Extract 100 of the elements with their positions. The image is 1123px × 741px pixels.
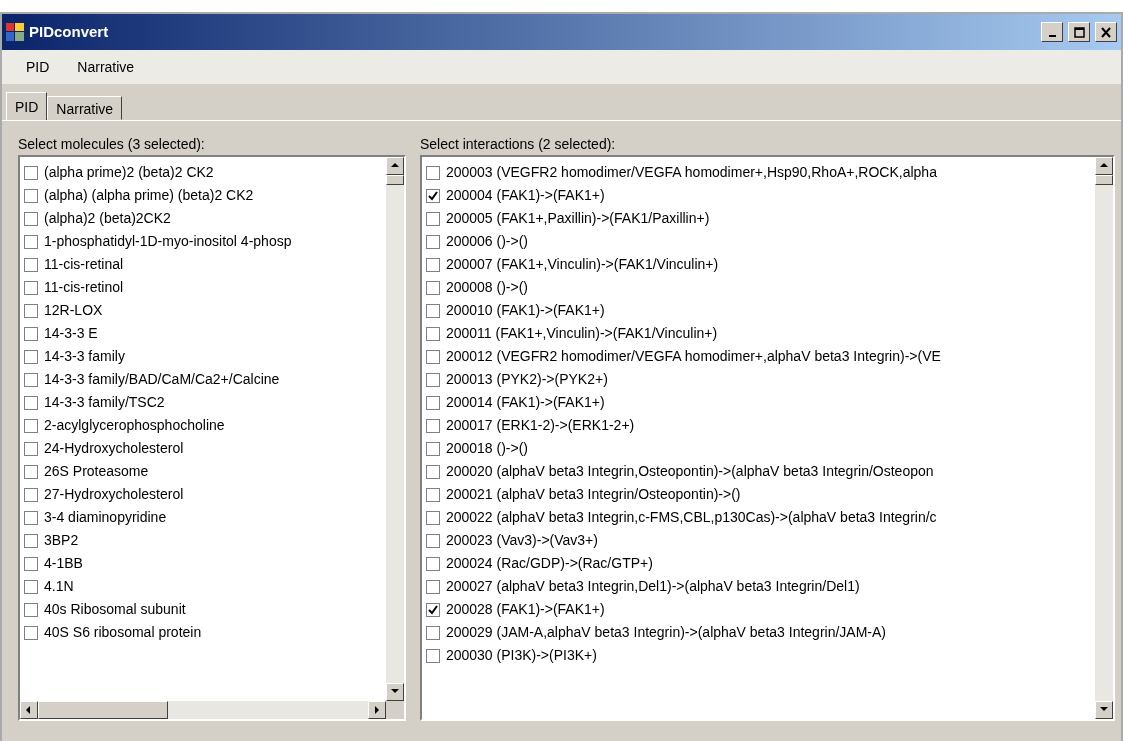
list-item-text: 200022 (alphaV beta3 Integrin,c-FMS,CBL,p130Cas)->(alphaV beta3 Integrin/c bbox=[445, 508, 937, 527]
checkbox[interactable] bbox=[425, 234, 440, 249]
checkbox[interactable] bbox=[24, 418, 38, 433]
list-item-text: 200029 (JAM-A,alphaV beta3 Integrin)->(alphaV beta3 Integrin/JAM-A) bbox=[445, 623, 886, 642]
checkbox[interactable] bbox=[24, 372, 38, 387]
scrollbar-thumb[interactable] bbox=[1095, 175, 1113, 185]
scroll-down-button[interactable] bbox=[1095, 701, 1113, 719]
menu-item[interactable]: Narrative bbox=[63, 56, 149, 78]
scrollbar-thumb[interactable] bbox=[38, 701, 168, 719]
scroll-up-button[interactable] bbox=[385, 157, 404, 175]
minimize-button[interactable] bbox=[1041, 22, 1063, 42]
checkbox[interactable] bbox=[425, 326, 440, 341]
checkbox[interactable] bbox=[24, 188, 38, 203]
list-item-text: 27-Hydroxycholesterol bbox=[44, 485, 184, 504]
list-item-text: (alpha)2 (beta)2CK2 bbox=[44, 209, 171, 228]
maximize-icon bbox=[1073, 26, 1085, 38]
checkbox[interactable] bbox=[425, 395, 440, 410]
checkbox[interactable] bbox=[425, 165, 440, 180]
list-item-text: (alpha) (alpha prime) (beta)2 CK2 bbox=[44, 186, 254, 205]
list-item-text: 200014 (FAK1)->(FAK1+) bbox=[445, 393, 605, 412]
checkbox[interactable] bbox=[425, 533, 440, 548]
checkbox[interactable] bbox=[425, 372, 440, 387]
list-item-text: 40s Ribosomal subunit bbox=[44, 600, 186, 619]
checkbox[interactable] bbox=[425, 349, 440, 364]
checkbox[interactable] bbox=[425, 211, 440, 226]
window-title: PIDconvert bbox=[29, 21, 109, 42]
list-item-text: 200012 (VEGFR2 homodimer/VEGFA homodimer+,alphaV beta3 Integrin)->(VE bbox=[445, 347, 941, 366]
maximize-button[interactable] bbox=[1068, 22, 1090, 42]
list-item-text: 3BP2 bbox=[44, 531, 79, 550]
checkbox[interactable] bbox=[24, 510, 38, 525]
list-item-text: 200018 ()->() bbox=[445, 439, 528, 458]
list-item-text: (alpha prime)2 (beta)2 CK2 bbox=[44, 163, 214, 182]
list-item-text: 200003 (VEGFR2 homodimer/VEGFA homodimer+,Hsp90,RhoA+,ROCK,alpha bbox=[445, 163, 937, 182]
checkbox[interactable] bbox=[425, 510, 440, 525]
menu-item[interactable]: PID bbox=[12, 56, 64, 78]
minimize-icon bbox=[1048, 35, 1056, 37]
vertical-scrollbar[interactable] bbox=[1095, 157, 1113, 719]
list-item-text: 14-3-3 E bbox=[44, 324, 98, 343]
close-icon bbox=[1100, 26, 1112, 38]
checkbox[interactable] bbox=[24, 211, 38, 226]
checkbox[interactable] bbox=[24, 326, 38, 341]
list-item-text: 40S S6 ribosomal protein bbox=[44, 623, 202, 642]
checkbox[interactable] bbox=[24, 579, 38, 594]
list-item-text: 11-cis-retinal bbox=[44, 255, 124, 274]
checkbox[interactable] bbox=[24, 533, 38, 548]
list-item-text: 200027 (alphaV beta3 Integrin,Del1)->(alphaV beta3 Integrin/Del1) bbox=[445, 577, 860, 596]
list-item-text: 26S Proteasome bbox=[44, 462, 149, 481]
list-item-text: 200011 (FAK1+,Vinculin)->(FAK1/Vinculin+) bbox=[445, 324, 718, 343]
checkbox[interactable] bbox=[24, 257, 38, 272]
list-item-text: 200023 (Vav3)->(Vav3+) bbox=[445, 531, 598, 550]
list-item-text: 200013 (PYK2)->(PYK2+) bbox=[445, 370, 608, 389]
checkbox[interactable] bbox=[24, 625, 38, 640]
scrollbar-thumb[interactable] bbox=[385, 175, 404, 185]
checkbox[interactable] bbox=[24, 395, 38, 410]
checkbox[interactable] bbox=[425, 257, 440, 272]
checkbox[interactable] bbox=[425, 280, 440, 295]
list-item-text: 14-3-3 family/BAD/CaM/Ca2+/Calcine bbox=[44, 370, 280, 389]
checkbox[interactable] bbox=[425, 464, 440, 479]
checkbox[interactable] bbox=[24, 165, 38, 180]
checkbox[interactable] bbox=[425, 303, 440, 318]
close-button[interactable] bbox=[1095, 22, 1117, 42]
checkbox[interactable] bbox=[425, 441, 440, 456]
list-item-text: 200021 (alphaV beta3 Integrin/Osteopontin)->() bbox=[445, 485, 741, 504]
checkbox[interactable] bbox=[24, 441, 38, 456]
list-item-text: 12R-LOX bbox=[44, 301, 103, 320]
vertical-scrollbar[interactable] bbox=[385, 157, 404, 701]
horizontal-scrollbar[interactable] bbox=[20, 701, 404, 719]
list-item-text: 1-phosphatidyl-1D-myo-inositol 4-phosp bbox=[44, 232, 292, 251]
list-item-text: 24-Hydroxycholesterol bbox=[44, 439, 184, 458]
checkbox[interactable] bbox=[425, 556, 440, 571]
scroll-left-button[interactable] bbox=[20, 701, 38, 719]
checkbox[interactable] bbox=[425, 602, 440, 617]
tab[interactable]: Narrative bbox=[47, 96, 123, 120]
checkbox[interactable] bbox=[24, 280, 38, 295]
list-item-text: 14-3-3 family bbox=[44, 347, 125, 366]
checkbox[interactable] bbox=[425, 648, 440, 663]
checkbox[interactable] bbox=[24, 487, 38, 502]
list-item-text: 4.1N bbox=[44, 577, 74, 596]
checkbox[interactable] bbox=[24, 303, 38, 318]
checkbox[interactable] bbox=[24, 602, 38, 617]
list-item-text: 11-cis-retinol bbox=[44, 278, 124, 297]
checkbox[interactable] bbox=[24, 234, 38, 249]
checkbox[interactable] bbox=[24, 349, 38, 364]
checkbox[interactable] bbox=[24, 556, 38, 571]
list-item-text: 200028 (FAK1)->(FAK1+) bbox=[445, 600, 605, 619]
scroll-up-button[interactable] bbox=[1095, 157, 1113, 175]
checkbox[interactable] bbox=[425, 487, 440, 502]
list-item-text: 200008 ()->() bbox=[445, 278, 528, 297]
checkbox[interactable] bbox=[24, 464, 38, 479]
scroll-down-button[interactable] bbox=[385, 683, 404, 701]
list-item-text: 2-acylglycerophosphocholine bbox=[44, 416, 225, 435]
checkbox[interactable] bbox=[425, 625, 440, 640]
list-item-text: 200004 (FAK1)->(FAK1+) bbox=[445, 186, 605, 205]
scroll-right-button[interactable] bbox=[367, 701, 386, 719]
list-item-text: 14-3-3 family/TSC2 bbox=[44, 393, 165, 412]
tab[interactable]: PID bbox=[6, 92, 48, 120]
checkbox[interactable] bbox=[425, 579, 440, 594]
checkbox[interactable] bbox=[425, 188, 440, 203]
check-icon bbox=[427, 190, 438, 201]
checkbox[interactable] bbox=[425, 418, 440, 433]
